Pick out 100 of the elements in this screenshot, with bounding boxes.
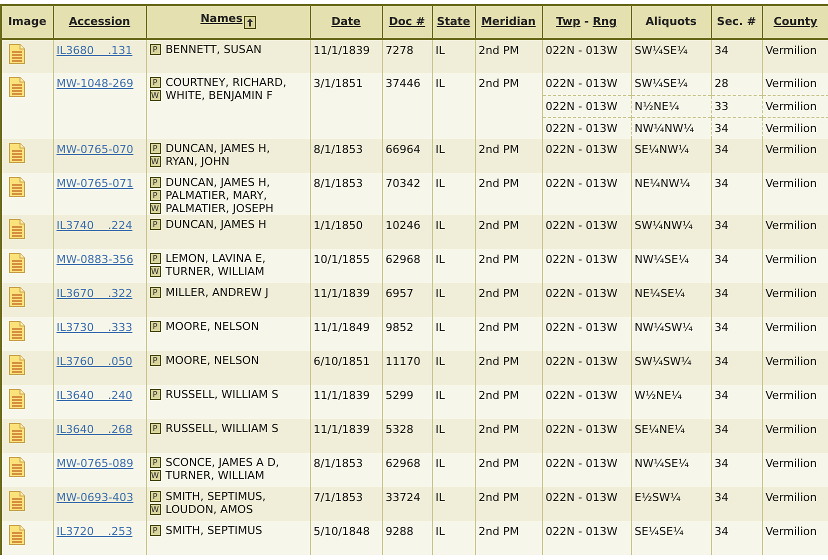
township-range-text: 022N - 013W xyxy=(546,100,618,112)
role-badge: P xyxy=(150,77,160,88)
record-number-link[interactable]: IL3640 .240 xyxy=(56,389,132,402)
date-text: 11/1/1849 xyxy=(314,321,370,334)
state-text: IL xyxy=(436,491,445,504)
doc-number: 5328 xyxy=(386,423,414,436)
aliquots-text: NW¼SE¼ xyxy=(634,253,689,266)
name-text: RUSSELL, WILLIAM S xyxy=(166,388,278,401)
document-icon[interactable] xyxy=(8,388,26,410)
doc-number: 10246 xyxy=(386,219,420,232)
date-text: 11/1/1839 xyxy=(314,423,370,436)
document-icon[interactable] xyxy=(8,490,26,512)
column-header-link[interactable]: Date xyxy=(331,14,361,28)
column-header-link[interactable]: Names xyxy=(200,12,243,25)
township-range-text: 022N - 013W xyxy=(546,253,618,266)
section-number: 34 xyxy=(714,525,728,538)
column-header-link[interactable]: County xyxy=(774,14,818,28)
column-header-link[interactable]: State xyxy=(436,14,470,28)
township-range-text: 022N - 013W xyxy=(546,219,618,232)
aliquots-text: NE¼SE¼ xyxy=(634,287,685,300)
role-badge: P xyxy=(150,525,160,536)
name-text: RUSSELL, WILLIAM S xyxy=(166,422,278,435)
role-badge: W xyxy=(150,90,160,101)
document-icon[interactable] xyxy=(8,286,26,308)
name-text: MILLER, ANDREW J xyxy=(166,286,269,299)
state-text: IL xyxy=(436,457,445,470)
aliquots-text: NW¼SW¼ xyxy=(634,321,693,334)
doc-number: 62968 xyxy=(386,253,420,266)
role-badge: W xyxy=(150,266,160,277)
aliquots-text: E½SW¼ xyxy=(634,491,681,504)
column-header-link[interactable]: Twp xyxy=(556,14,580,28)
state-text: IL xyxy=(436,143,445,156)
role-badge: W xyxy=(150,470,160,481)
record-number-link[interactable]: IL3760 .050 xyxy=(56,355,132,368)
date-text: 1/1/1850 xyxy=(314,219,363,232)
aliquots-text: W½NE¼ xyxy=(634,389,682,402)
section-number: 34 xyxy=(714,253,728,266)
document-icon[interactable] xyxy=(8,176,26,198)
record-number-link[interactable]: MW-0765-070 xyxy=(56,143,134,156)
record-number-link[interactable]: MW-1048-269 xyxy=(56,77,134,90)
section-number: 34 xyxy=(714,355,728,368)
role-badge: P xyxy=(150,423,160,434)
aliquots-text: SE¼NW¼ xyxy=(634,143,689,156)
name-text: MOORE, NELSON xyxy=(166,354,260,367)
meridian-text: 2nd PM xyxy=(478,44,520,57)
document-icon[interactable] xyxy=(8,354,26,376)
state-text: IL xyxy=(436,321,445,334)
record-number-link[interactable]: IL3740 .224 xyxy=(56,219,132,232)
aliquots-text: SW¼SE¼ xyxy=(634,77,688,90)
column-header-link[interactable]: Rng xyxy=(592,14,617,28)
record-number-link[interactable]: MW-0765-089 xyxy=(56,457,134,470)
name-text: PALMATIER, MARY, xyxy=(166,189,267,202)
meridian-text: 2nd PM xyxy=(478,253,520,266)
document-icon[interactable] xyxy=(8,43,26,65)
name-text: MOORE, NELSON xyxy=(166,320,260,333)
role-badge: W xyxy=(150,203,160,214)
doc-number: 5299 xyxy=(386,389,414,402)
document-icon[interactable] xyxy=(8,142,26,164)
record-number-link[interactable]: IL3720 .253 xyxy=(56,525,132,538)
doc-number: 62968 xyxy=(386,457,420,470)
aliquots-text: N½NE¼ xyxy=(634,100,680,112)
township-range-text: 022N - 013W xyxy=(546,287,618,300)
doc-number: 7278 xyxy=(386,44,414,57)
name-text: SMITH, SEPTIMUS xyxy=(166,524,262,537)
county-text: Vermilion xyxy=(766,423,817,436)
column-header-link[interactable]: Accession xyxy=(68,14,130,28)
state-text: IL xyxy=(436,177,445,190)
document-icon[interactable] xyxy=(8,456,26,478)
document-icon[interactable] xyxy=(8,422,26,444)
record-number-link[interactable]: IL3670 .322 xyxy=(56,287,132,300)
record-number-link[interactable]: IL3730 .333 xyxy=(56,321,132,334)
name-text: TURNER, WILLIAM xyxy=(166,469,264,482)
county-text: Vermilion xyxy=(766,177,817,190)
record-number-link[interactable]: MW-0765-071 xyxy=(56,177,134,190)
county-text: Vermilion xyxy=(766,77,817,90)
section-number: 34 xyxy=(714,219,728,232)
section-number: 34 xyxy=(714,491,728,504)
township-range-text: 022N - 013W xyxy=(546,77,618,90)
section-number: 34 xyxy=(714,122,728,134)
document-icon[interactable] xyxy=(8,76,26,98)
record-number-link[interactable]: MW-0883-356 xyxy=(56,253,134,266)
record-number-link[interactable]: IL3640 .268 xyxy=(56,423,132,436)
role-badge: P xyxy=(150,219,160,230)
record-number-link[interactable]: MW-0693-403 xyxy=(56,491,134,504)
aliquots-text: NW¼SE¼ xyxy=(634,457,689,470)
column-header-link[interactable]: Meridian xyxy=(481,14,536,28)
document-icon[interactable] xyxy=(8,524,26,546)
document-icon[interactable] xyxy=(8,252,26,274)
aliquots-text: SE¼SE¼ xyxy=(634,525,684,538)
column-header-link[interactable]: Doc # xyxy=(388,14,426,28)
meridian-text: 2nd PM xyxy=(478,177,520,190)
document-icon[interactable] xyxy=(8,320,26,342)
document-icon[interactable] xyxy=(8,218,26,240)
state-text: IL xyxy=(436,525,445,538)
record-number-link[interactable]: IL3680 .131 xyxy=(56,44,132,57)
sort-ascending-icon[interactable] xyxy=(244,16,256,29)
meridian-text: 2nd PM xyxy=(478,355,520,368)
county-text: Vermilion xyxy=(766,491,817,504)
name-text: LEMON, LAVINA E, xyxy=(166,252,266,265)
township-range-text: 022N - 013W xyxy=(546,143,618,156)
